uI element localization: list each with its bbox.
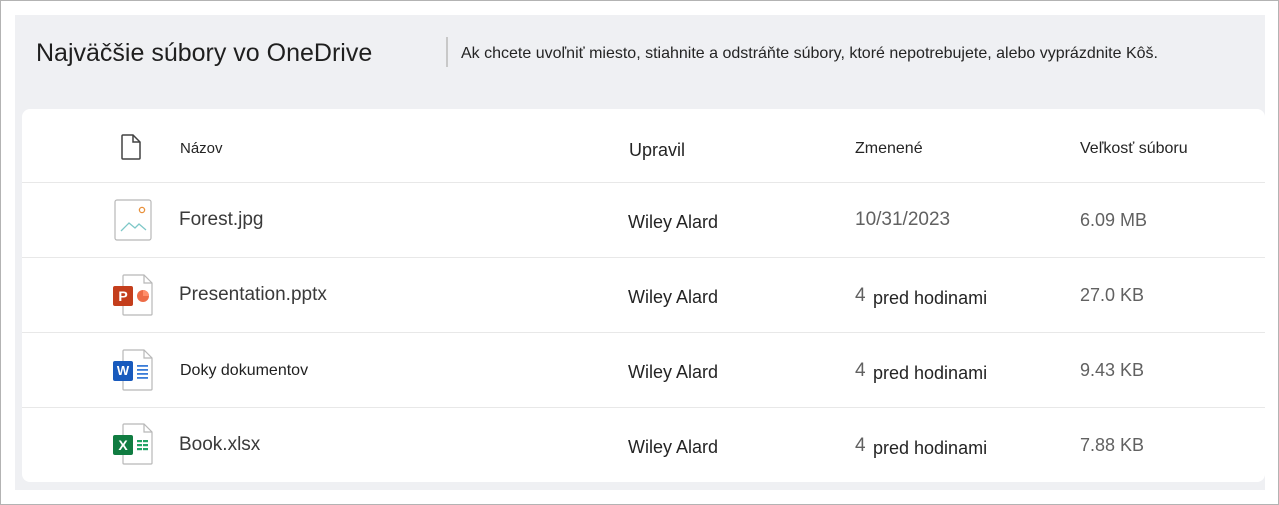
file-name[interactable]: Presentation.pptx (179, 284, 327, 306)
modified-by: Wiley Alard (628, 437, 719, 457)
modified-number: 4 (855, 435, 866, 456)
modified-relative-text: pred hodinami (873, 363, 988, 383)
column-header-name[interactable]: Názov (180, 140, 223, 157)
window-frame: Najväčšie súbory vo OneDrive Ak chcete u… (0, 0, 1279, 505)
files-table: Názov Upravil Zmenené Veľkosť súboru For… (22, 109, 1265, 482)
file-size: 9.43 KB (1080, 360, 1145, 380)
image-file-icon (112, 198, 154, 242)
file-name[interactable]: Book.xlsx (179, 434, 260, 456)
column-header-modified-by[interactable]: Upravil (629, 140, 685, 161)
largest-files-panel: Najväčšie súbory vo OneDrive Ak chcete u… (15, 15, 1265, 490)
page-description: Ak chcete uvoľniť miesto, stiahnite a od… (461, 45, 1158, 62)
word-file-icon: W (112, 348, 154, 392)
page-title: Najväčšie súbory vo OneDrive (36, 39, 373, 67)
modified-by: Wiley Alard (628, 212, 719, 232)
table-row[interactable]: Forest.jpg Wiley Alard 10/31/2023 6.09 M… (22, 183, 1265, 258)
file-size: 27.0 KB (1080, 285, 1145, 305)
header-divider (446, 37, 448, 67)
column-header-modified[interactable]: Zmenené (855, 140, 923, 158)
word-badge-letter: W (116, 363, 130, 378)
file-name[interactable]: Doky dokumentov (180, 362, 308, 380)
modified-relative-text: pred hodinami (873, 288, 988, 308)
powerpoint-file-icon: P (112, 273, 154, 317)
table-row[interactable]: W Doky dokumentov Wiley Alard 4 pred hod… (22, 333, 1265, 408)
file-name[interactable]: Forest.jpg (179, 209, 263, 231)
file-size: 6.09 MB (1080, 210, 1148, 230)
file-size: 7.88 KB (1080, 435, 1145, 455)
table-header-row: Názov Upravil Zmenené Veľkosť súboru (22, 109, 1265, 183)
file-type-column-icon[interactable] (120, 134, 142, 165)
excel-file-icon: X (112, 422, 154, 466)
modified-number: 4 (855, 360, 866, 381)
modified-number: 4 (855, 285, 866, 306)
modified-by: Wiley Alard (628, 362, 719, 382)
modified-relative-text: pred hodinami (873, 438, 988, 458)
modified-date: 10/31/2023 (855, 209, 951, 230)
modified-by: Wiley Alard (628, 287, 719, 307)
excel-badge-letter: X (118, 437, 128, 453)
table-row[interactable]: P Presentation.pptx Wiley Alard 4 pred h… (22, 258, 1265, 333)
table-row[interactable]: X Book.xlsx Wiley Alard 4 pred hodinami … (22, 408, 1265, 482)
powerpoint-badge-letter: P (118, 288, 128, 304)
column-header-file-size[interactable]: Veľkosť súboru (1080, 140, 1188, 158)
